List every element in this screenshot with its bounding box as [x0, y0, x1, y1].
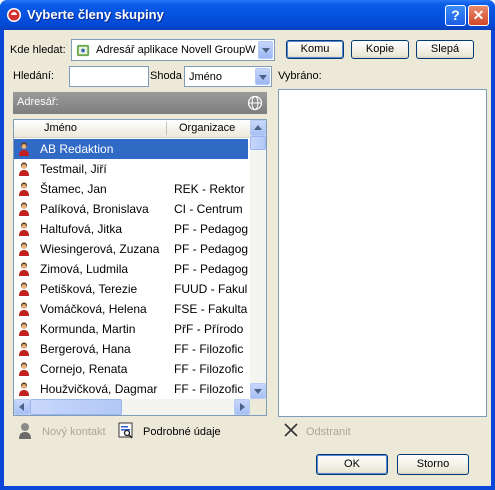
groupwise-app-icon	[7, 8, 21, 22]
contact-name: Vomáčková, Helena	[40, 302, 147, 316]
person-icon	[19, 162, 29, 176]
list-item[interactable]: Testmail, Jiří	[14, 159, 248, 179]
list-header: Jméno Organizace	[14, 120, 250, 138]
contact-name: Štamec, Jan	[40, 182, 107, 196]
scroll-up-button[interactable]	[250, 120, 266, 136]
list-item[interactable]: Zimová, Ludmila PF - Pedagog	[14, 259, 248, 279]
search-input[interactable]	[69, 66, 149, 87]
person-icon	[19, 202, 29, 216]
person-icon	[19, 282, 29, 296]
contact-name: Bergerová, Hana	[40, 342, 131, 356]
list-item[interactable]: Petišková, Terezie FUUD - Fakul	[14, 279, 248, 299]
match-dropdown[interactable]: Jméno	[184, 66, 272, 87]
contact-organization: CI - Centrum	[174, 202, 243, 216]
contact-name: Petišková, Terezie	[40, 282, 138, 296]
look-in-label: Kde hledat:	[10, 44, 66, 56]
address-book-label: Adresář:	[17, 96, 59, 108]
scrollbar-corner	[250, 399, 266, 415]
horizontal-scroll-thumb[interactable]	[30, 399, 122, 415]
contact-organization: FF - Filozofic	[174, 382, 244, 396]
contact-organization: FF - Filozofic	[174, 342, 244, 356]
chevron-down-icon[interactable]	[255, 68, 270, 85]
selected-list[interactable]	[278, 89, 487, 417]
list-item[interactable]: Houžvičková, Dagmar FF - Filozofic	[14, 379, 248, 399]
bc-button[interactable]: Slepá	[416, 40, 474, 59]
person-icon	[19, 322, 29, 336]
list-item[interactable]: Wiesingerová, Zuzana PF - Pedagog	[14, 239, 248, 259]
person-icon	[19, 302, 29, 316]
person-icon	[19, 382, 29, 396]
dialog-body: Kde hledat: Adresář aplikace Novell Grou…	[4, 30, 491, 486]
person-icon	[19, 242, 29, 256]
contact-organization: FF - Filozofic	[174, 362, 244, 376]
person-icon	[19, 262, 29, 276]
contact-name: Zimová, Ludmila	[40, 262, 129, 276]
contact-name: Palíková, Bronislava	[40, 202, 149, 216]
details-icon	[118, 422, 133, 439]
scroll-left-button[interactable]	[14, 399, 30, 415]
list-item[interactable]: Palíková, Bronislava CI - Centrum	[14, 199, 248, 219]
title-bar[interactable]: Vyberte členy skupiny ? ✕	[0, 0, 495, 30]
address-book-globe-icon[interactable]	[247, 95, 263, 111]
match-label: Shoda	[150, 70, 182, 82]
address-book-bar: Adresář:	[13, 92, 267, 114]
contact-name: Kormunda, Martin	[40, 322, 136, 336]
cc-button[interactable]: Kopie	[351, 40, 409, 59]
list-item[interactable]: Štamec, Jan REK - Rektor	[14, 179, 248, 199]
column-separator[interactable]	[166, 122, 167, 135]
dialog-window: Vyberte členy skupiny ? ✕ Kde hledat: Ad…	[0, 0, 495, 490]
list-item[interactable]: Kormunda, Martin PřF - Přírodo	[14, 319, 248, 339]
look-in-value: Adresář aplikace Novell GroupWi	[96, 44, 256, 56]
person-icon	[19, 142, 29, 156]
list-item[interactable]: Haltufová, Jitka PF - Pedagog	[14, 219, 248, 239]
scroll-right-button[interactable]	[234, 399, 250, 415]
look-in-dropdown[interactable]: Adresář aplikace Novell GroupWi	[71, 39, 275, 61]
selected-label: Vybráno:	[278, 70, 322, 82]
person-icon	[19, 423, 31, 439]
contact-organization: FSE - Fakulta	[174, 302, 248, 316]
contact-name: Haltufová, Jitka	[40, 222, 123, 236]
list-item[interactable]: Bergerová, Hana FF - Filozofic	[14, 339, 248, 359]
list-item[interactable]: AB Redaktion	[14, 139, 248, 159]
close-button[interactable]: ✕	[468, 5, 489, 26]
list-item[interactable]: Vomáčková, Helena FSE - Fakulta	[14, 299, 248, 319]
contact-organization: PřF - Přírodo	[174, 322, 244, 336]
cancel-button[interactable]: Storno	[397, 454, 469, 475]
address-book-icon	[76, 44, 90, 57]
vertical-scroll-thumb[interactable]	[250, 136, 266, 150]
contact-organization: FUUD - Fakul	[174, 282, 248, 296]
contact-organization: PF - Pedagog	[174, 262, 248, 276]
person-icon	[19, 222, 29, 236]
names-list[interactable]: Jméno Organizace AB Redaktion Testmail, J…	[13, 119, 267, 416]
ok-button[interactable]: OK	[316, 454, 388, 475]
window-title: Vyberte členy skupiny	[27, 7, 164, 22]
horizontal-scrollbar[interactable]	[14, 399, 250, 415]
help-button[interactable]: ?	[445, 5, 466, 26]
contact-name: Testmail, Jiří	[40, 162, 107, 176]
contact-name: Houžvičková, Dagmar	[40, 382, 158, 396]
column-org-header[interactable]: Organizace	[179, 122, 235, 134]
contact-organization: PF - Pedagog	[174, 222, 248, 236]
contact-organization: PF - Pedagog	[174, 242, 248, 256]
vertical-scrollbar[interactable]	[250, 120, 266, 399]
chevron-down-icon[interactable]	[258, 41, 273, 59]
contact-name: Cornejo, Renata	[40, 362, 128, 376]
person-icon	[19, 342, 29, 356]
person-icon	[19, 362, 29, 376]
to-button[interactable]: Komu	[286, 40, 344, 59]
person-icon	[19, 182, 29, 196]
remove-x-icon	[284, 423, 298, 437]
contact-organization: REK - Rektor	[174, 182, 245, 196]
search-label: Hledání:	[13, 70, 54, 82]
column-name-header[interactable]: Jméno	[44, 122, 77, 134]
match-value: Jméno	[189, 71, 223, 83]
scroll-down-button[interactable]	[250, 383, 266, 399]
contact-name: AB Redaktion	[40, 142, 114, 156]
list-item[interactable]: Cornejo, Renata FF - Filozofic	[14, 359, 248, 379]
contact-name: Wiesingerová, Zuzana	[40, 242, 160, 256]
